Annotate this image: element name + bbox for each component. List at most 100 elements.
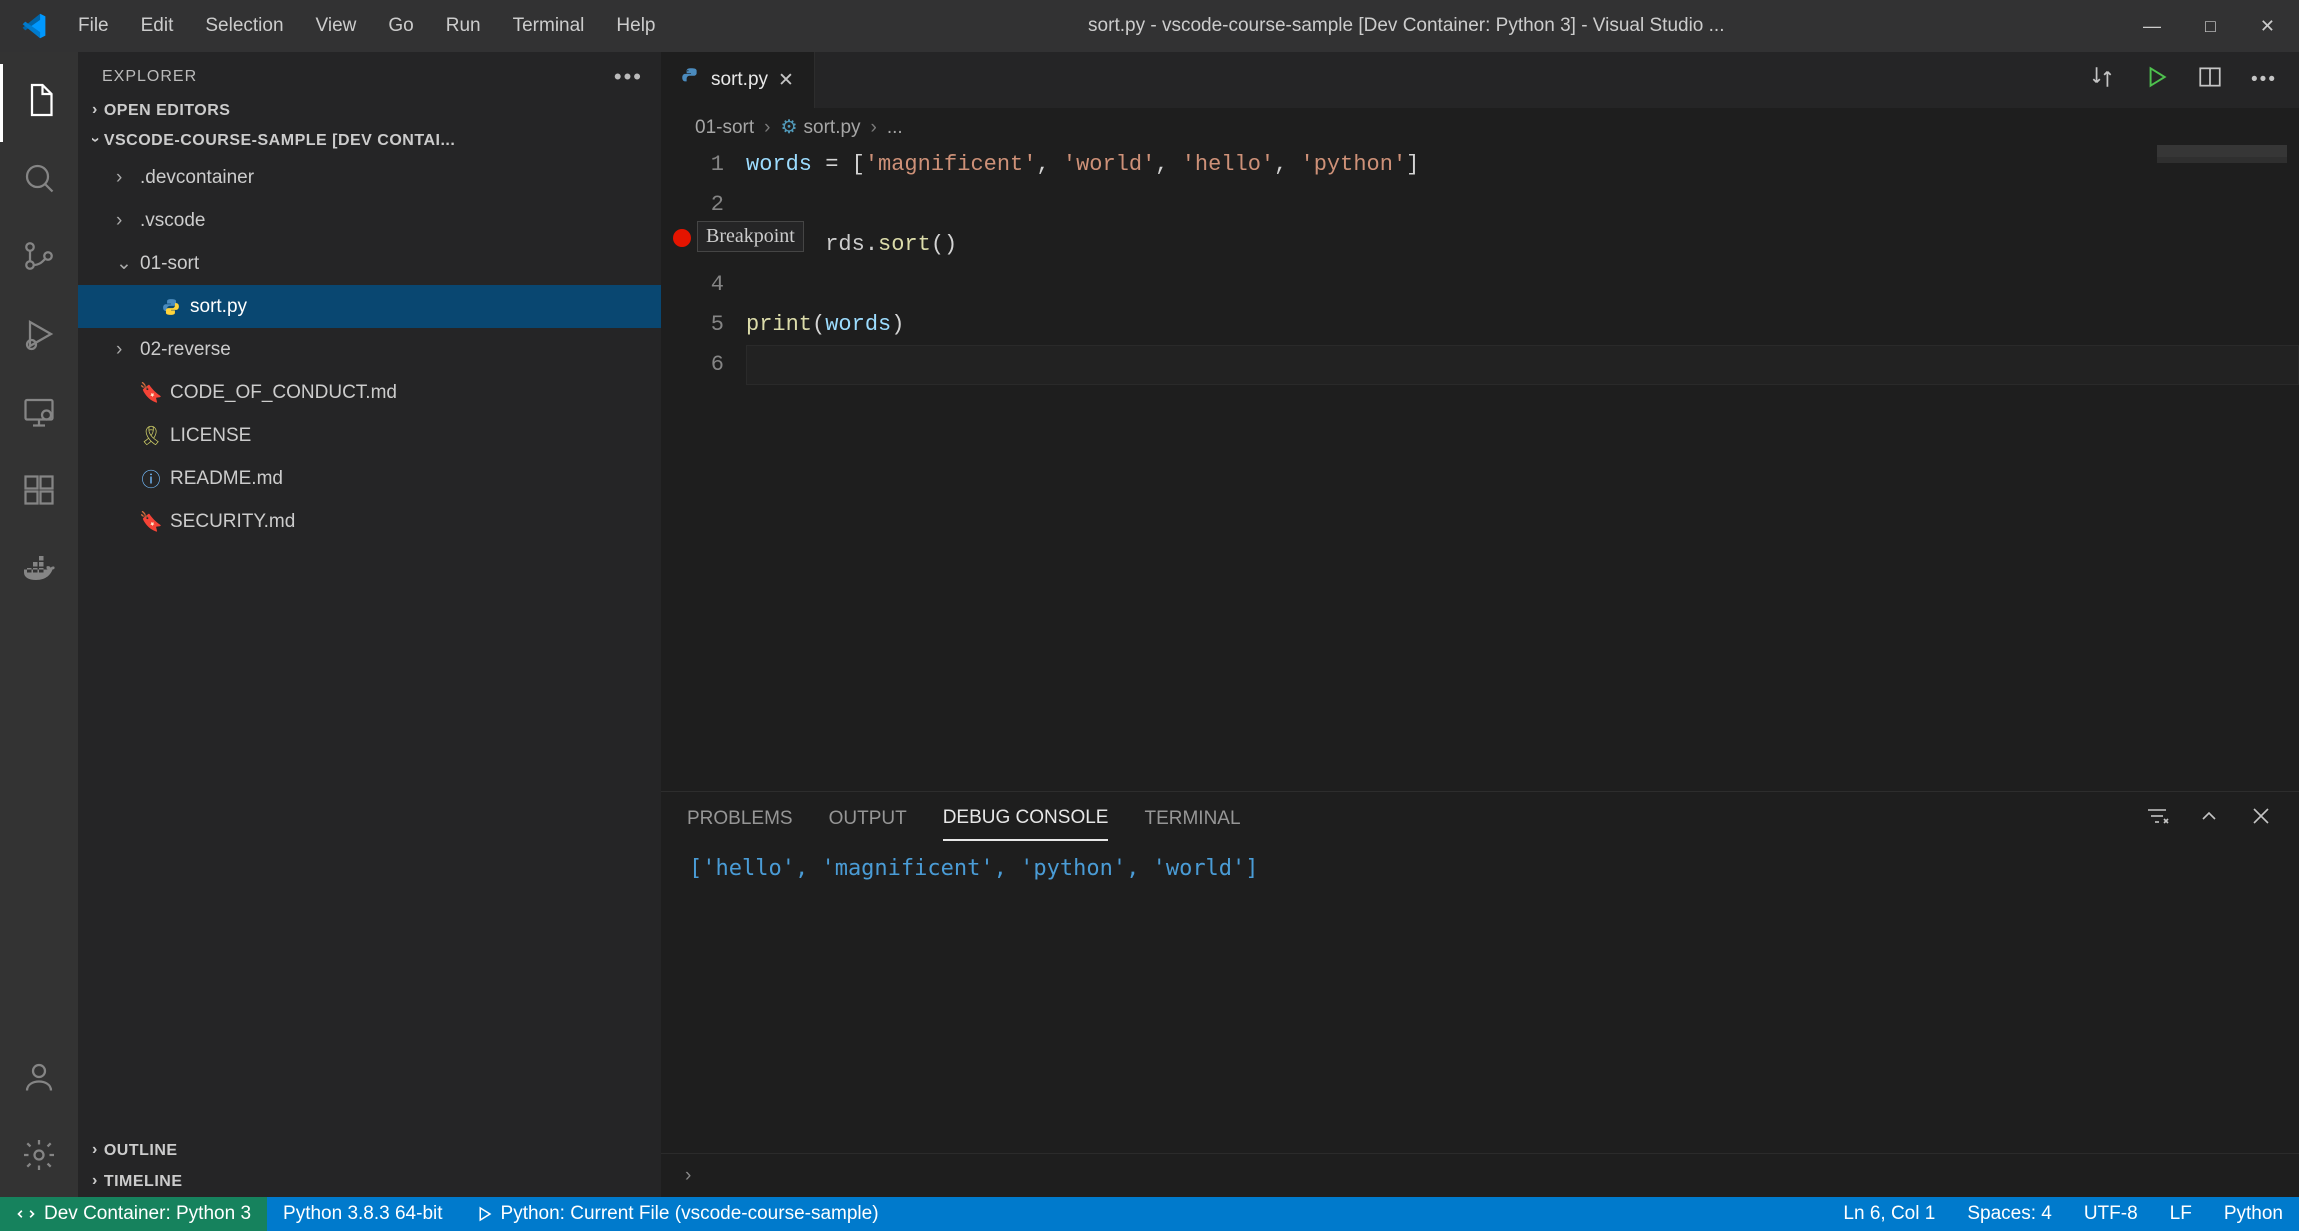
tree-item-label: SECURITY.md: [170, 511, 295, 533]
status-cursor[interactable]: Ln 6, Col 1: [1827, 1197, 1951, 1231]
section-outline[interactable]: › OUTLINE: [78, 1135, 661, 1166]
tab-sort-py[interactable]: sort.py ✕: [661, 52, 815, 108]
extensions-icon[interactable]: [0, 454, 78, 532]
menu-selection[interactable]: Selection: [191, 9, 297, 43]
minimap[interactable]: [2157, 145, 2287, 185]
menu-file[interactable]: File: [64, 9, 123, 43]
section-timeline[interactable]: › TIMELINE: [78, 1166, 661, 1197]
status-run-config[interactable]: Python: Current File (vscode-course-samp…: [459, 1197, 895, 1231]
sidebar-title: EXPLORER: [102, 68, 197, 86]
breadcrumb-segment[interactable]: ...: [887, 117, 903, 139]
chevron-right-icon: ›: [685, 1165, 691, 1187]
menu-help[interactable]: Help: [602, 9, 669, 43]
breadcrumb[interactable]: 01-sort › ⚙sort.py ›...: [661, 108, 2299, 145]
accounts-icon[interactable]: [0, 1041, 78, 1119]
chevron-right-icon: ›: [764, 117, 770, 139]
tab-label: sort.py: [711, 69, 768, 91]
compare-changes-icon[interactable]: [2089, 64, 2115, 96]
tree-item-label: README.md: [170, 468, 283, 490]
panel-filter-icon[interactable]: [2145, 804, 2169, 834]
folder-.devcontainer[interactable]: › .devcontainer: [78, 156, 661, 199]
panel-tab-debug-console[interactable]: DEBUG CONSOLE: [943, 797, 1109, 841]
python-file-icon: ⚙: [780, 117, 797, 138]
file-sort.py[interactable]: sort.py: [78, 285, 661, 328]
folder-02-reverse[interactable]: ›02-reverse: [78, 328, 661, 371]
remote-explorer-icon[interactable]: [0, 376, 78, 454]
breakpoint-icon[interactable]: [673, 229, 691, 247]
file-LICENSE[interactable]: 🎗LICENSE: [78, 414, 661, 457]
source-control-icon[interactable]: [0, 220, 78, 298]
minimize-button[interactable]: —: [2143, 16, 2161, 37]
sidebar-more-icon[interactable]: •••: [614, 64, 643, 90]
maximize-button[interactable]: □: [2205, 16, 2216, 37]
tree-item-label: CODE_OF_CONDUCT.md: [170, 382, 397, 404]
breadcrumb-segment[interactable]: 01-sort: [695, 117, 754, 139]
tree-item-label: sort.py: [190, 296, 247, 318]
folder-01-sort[interactable]: ⌄ 01-sort: [78, 242, 661, 285]
settings-gear-icon[interactable]: [0, 1119, 78, 1197]
folder-.vscode[interactable]: › .vscode: [78, 199, 661, 242]
section-workspace[interactable]: › VSCODE-COURSE-SAMPLE [DEV CONTAI...: [78, 126, 661, 156]
docker-icon[interactable]: [0, 532, 78, 610]
line-number-gutter: 123456: [661, 145, 746, 385]
status-eol[interactable]: LF: [2154, 1197, 2208, 1231]
tree-item-label: .devcontainer: [140, 167, 254, 189]
file-tree: › .devcontainer › .vscode ⌄ 01-sort sort.py ›02…: [78, 156, 661, 543]
sidebar-explorer: EXPLORER ••• › OPEN EDITORS › VSCODE-COU…: [78, 52, 661, 1197]
file-SECURITY.md[interactable]: 🔖SECURITY.md: [78, 500, 661, 543]
tree-item-label: LICENSE: [170, 425, 251, 447]
panel-tab-problems[interactable]: PROBLEMS: [687, 798, 793, 840]
tab-close-icon[interactable]: ✕: [778, 69, 794, 92]
panel-collapse-icon[interactable]: [2197, 804, 2221, 834]
code-editor[interactable]: 123456 words = ['magnificent', 'world', …: [661, 145, 2299, 385]
menu-go[interactable]: Go: [374, 9, 427, 43]
editor-more-icon[interactable]: •••: [2251, 69, 2277, 91]
code-lines[interactable]: words = ['magnificent', 'world', 'hello'…: [746, 145, 2299, 385]
menu-terminal[interactable]: Terminal: [499, 9, 599, 43]
file-README.md[interactable]: ⓘREADME.md: [78, 457, 661, 500]
editor-area: sort.py ✕ ••• 01-sort›⚙sort.py›... 12345…: [661, 52, 2299, 1197]
menu-run[interactable]: Run: [432, 9, 495, 43]
editor-tab-bar: sort.py ✕ •••: [661, 52, 2299, 108]
vscode-logo-icon: [20, 12, 48, 40]
panel-tab-bar: PROBLEMS OUTPUT DEBUG CONSOLE TERMINAL: [661, 792, 2299, 846]
status-remote[interactable]: Dev Container: Python 3: [0, 1197, 267, 1231]
chevron-down-icon: ⌄: [116, 252, 132, 275]
split-editor-icon[interactable]: [2197, 64, 2223, 96]
debug-console-prompt[interactable]: ›: [661, 1153, 2299, 1197]
chevron-right-icon: ›: [92, 1141, 98, 1159]
close-button[interactable]: ✕: [2260, 16, 2275, 37]
python-file-icon: [681, 67, 701, 93]
status-encoding[interactable]: UTF-8: [2068, 1197, 2154, 1231]
explorer-icon[interactable]: [0, 64, 78, 142]
panel-close-icon[interactable]: [2249, 804, 2273, 834]
chevron-right-icon: ›: [92, 101, 98, 119]
menu-bar: FileEditSelectionViewGoRunTerminalHelp: [64, 9, 670, 43]
file-CODE_OF_CONDUCT.md[interactable]: 🔖CODE_OF_CONDUCT.md: [78, 371, 661, 414]
status-language[interactable]: Python: [2208, 1197, 2299, 1231]
chevron-right-icon: ›: [116, 167, 132, 189]
run-file-icon[interactable]: [2143, 64, 2169, 96]
chevron-down-icon: ›: [86, 137, 104, 143]
tree-item-label: 01-sort: [140, 253, 199, 275]
search-icon[interactable]: [0, 142, 78, 220]
window-title: sort.py - vscode-course-sample [Dev Cont…: [678, 15, 2136, 37]
chevron-right-icon: ›: [92, 1172, 98, 1190]
status-python[interactable]: Python 3.8.3 64-bit: [267, 1197, 459, 1231]
breadcrumb-segment[interactable]: ⚙sort.py: [780, 116, 860, 139]
menu-view[interactable]: View: [302, 9, 371, 43]
activity-bar: [0, 52, 78, 1197]
section-open-editors[interactable]: › OPEN EDITORS: [78, 96, 661, 126]
panel-tab-terminal[interactable]: TERMINAL: [1144, 798, 1240, 840]
window-controls: — □ ✕: [2143, 16, 2287, 37]
status-indent[interactable]: Spaces: 4: [1951, 1197, 2068, 1231]
chevron-right-icon: ›: [116, 339, 132, 361]
status-bar: Dev Container: Python 3 Python 3.8.3 64-…: [0, 1197, 2299, 1231]
chevron-right-icon: ›: [871, 117, 877, 139]
chevron-right-icon: ›: [116, 210, 132, 232]
run-debug-icon[interactable]: [0, 298, 78, 376]
tree-item-label: .vscode: [140, 210, 205, 232]
debug-console-output[interactable]: ['hello', 'magnificent', 'python', 'worl…: [661, 846, 2299, 1153]
menu-edit[interactable]: Edit: [127, 9, 188, 43]
panel-tab-output[interactable]: OUTPUT: [829, 798, 907, 840]
